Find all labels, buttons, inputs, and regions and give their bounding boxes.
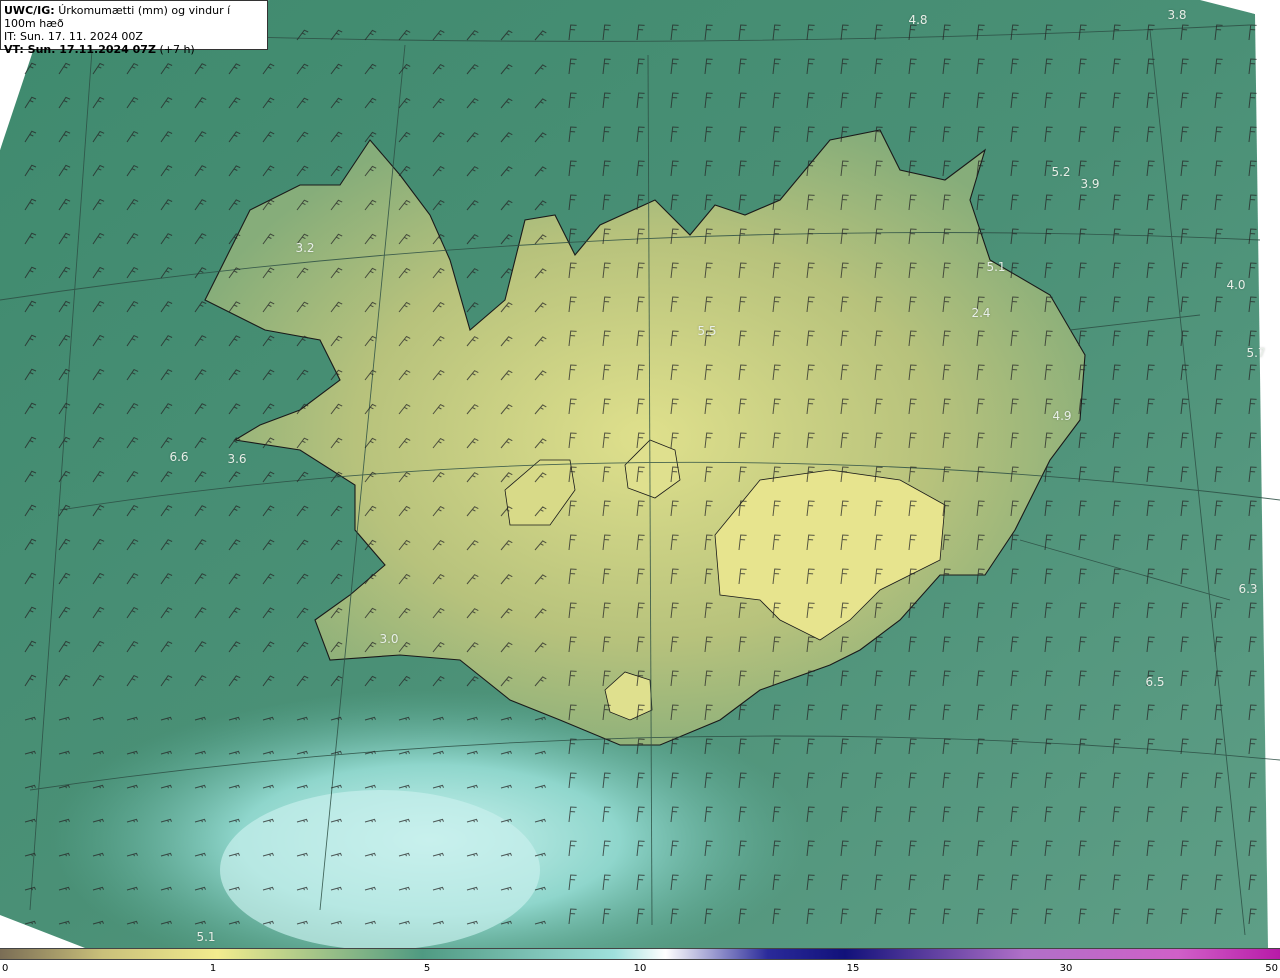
map-value-label: 3.2 xyxy=(295,241,315,255)
map-value-label: 5.1 xyxy=(986,260,1006,274)
colorbar-tick-label: 0 xyxy=(2,963,9,974)
colorbar-tick-label: 15 xyxy=(846,963,860,974)
colorbar-tick-label: 10 xyxy=(633,963,647,974)
map-value-label: 3.9 xyxy=(1080,177,1100,191)
precipitation-map xyxy=(0,0,1280,948)
colorbar-tick-label: 50 xyxy=(1265,963,1278,974)
valid-time: VT: Sun. 17.11.2024 07Z xyxy=(4,43,156,56)
lead-time: (+7 h) xyxy=(159,43,195,56)
heavy-precip-core xyxy=(220,790,540,948)
product-code: UWC/IG: xyxy=(4,4,55,17)
map-value-label: 5.1 xyxy=(196,930,216,944)
map-value-label: 3.8 xyxy=(1167,8,1187,22)
colorbar-tick-label: 5 xyxy=(423,963,431,974)
colorbar-tick-label: 30 xyxy=(1059,963,1073,974)
map-value-label: 5.5 xyxy=(697,324,717,338)
map-info-box: UWC/IG: Úrkomumætti (mm) og vindur í 100… xyxy=(0,0,268,56)
map-value-label: 6.5 xyxy=(1145,675,1165,689)
map-value-label: 3.0 xyxy=(379,632,399,646)
colorbar-tick-label: 1 xyxy=(209,963,217,974)
map-value-label: 4.0 xyxy=(1226,278,1246,292)
initial-time: IT: Sun. 17. 11. 2024 00Z xyxy=(4,30,143,43)
map-value-label: 6.6 xyxy=(169,450,189,464)
colorbar xyxy=(0,948,1280,960)
map-value-label: 3.6 xyxy=(227,452,247,466)
map-value-label: 5.7 xyxy=(1246,346,1266,360)
map-value-label: 5.2 xyxy=(1051,165,1071,179)
map-value-label: 4.8 xyxy=(908,13,928,27)
map-value-label: 6.3 xyxy=(1238,582,1258,596)
map-value-label: 4.9 xyxy=(1052,409,1072,423)
map-value-label: 2.4 xyxy=(971,306,991,320)
